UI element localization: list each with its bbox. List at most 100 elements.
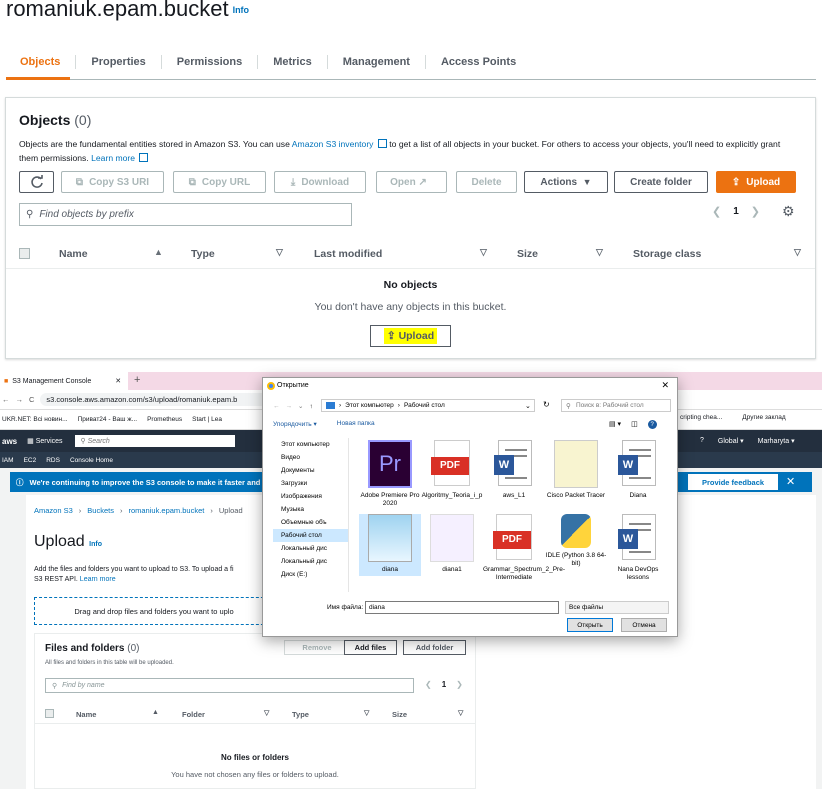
browser-tab[interactable]: ■ S3 Management Console ✕	[0, 372, 128, 390]
back-icon[interactable]: ←	[2, 395, 10, 404]
upload-button[interactable]: ⇪ Upload	[716, 171, 796, 193]
bookmark[interactable]: Приват24 - Ваш ж...	[78, 416, 138, 423]
sort-icon[interactable]: ▽	[364, 709, 369, 717]
copy-s3-uri-button[interactable]: ⧉ Copy S3 URI	[61, 171, 164, 193]
drop-zone[interactable]: Drag and drop files and folders you want…	[34, 597, 274, 625]
info-link[interactable]: Info	[89, 541, 102, 548]
sort-icon[interactable]: ▽	[794, 247, 801, 258]
add-files-button[interactable]: Add files	[344, 640, 397, 655]
col-folder[interactable]: Folder	[182, 710, 205, 719]
settings-gear-icon[interactable]: ⚙	[782, 203, 795, 220]
bookmark[interactable]: cripting chea...	[680, 414, 722, 421]
tab-properties[interactable]: Properties	[75, 54, 160, 69]
filename-input[interactable]: diana	[365, 601, 559, 614]
tree-item[interactable]: Музыка	[273, 503, 348, 516]
aws-search-input[interactable]: ⚲ Search	[74, 435, 235, 447]
sort-icon[interactable]: ▽	[596, 247, 603, 258]
tree-item[interactable]: Изображения	[273, 490, 348, 503]
breadcrumb-item[interactable]: romaniuk.epam.bucket	[128, 506, 204, 515]
shortcut-rds[interactable]: RDS	[46, 457, 60, 464]
actions-button[interactable]: Actions ▼	[524, 171, 608, 193]
chevron-down-icon[interactable]: ⌄	[298, 402, 303, 410]
file-item[interactable]: W Nana DevOps lessons	[607, 514, 669, 582]
delete-button[interactable]: Delete	[456, 171, 517, 193]
copy-url-button[interactable]: ⧉ Copy URL	[173, 171, 266, 193]
view-icon[interactable]: ▤ ▾	[609, 420, 621, 429]
col-name[interactable]: Name	[59, 248, 88, 260]
bookmark[interactable]: Prometheus	[147, 416, 182, 423]
tree-item[interactable]: Локальный дис	[273, 542, 348, 555]
refresh-icon[interactable]: ↻	[543, 400, 550, 409]
tab-management[interactable]: Management	[326, 54, 425, 69]
tab-metrics[interactable]: Metrics	[257, 54, 327, 69]
open-button[interactable]: Open ↗	[376, 171, 447, 193]
col-size[interactable]: Size	[392, 710, 407, 719]
sort-icon[interactable]: ▽	[458, 709, 463, 717]
file-item[interactable]: PDF Algoritmy_Teoria_i_p	[421, 440, 483, 500]
prev-page-icon[interactable]: ❮	[712, 205, 721, 218]
file-item[interactable]: Pr Adobe Premiere Pro 2020	[359, 440, 421, 508]
page-number[interactable]: 1	[733, 206, 739, 217]
prev-page-icon[interactable]: ❮	[425, 680, 432, 689]
file-item[interactable]: W Diana	[607, 440, 669, 500]
file-item[interactable]: diana1	[421, 514, 483, 574]
shortcut-ec2[interactable]: EC2	[24, 457, 37, 464]
sort-icon[interactable]: ▽	[276, 247, 283, 258]
reload-icon[interactable]: C	[29, 395, 34, 404]
dialog-search-input[interactable]: ⚲ Поиск в: Рабочий стол	[561, 399, 671, 412]
url-field[interactable]: s3.console.aws.amazon.com/s3/upload/roma…	[40, 393, 281, 406]
sort-asc-icon[interactable]: ▲	[154, 247, 163, 257]
select-all-checkbox[interactable]	[19, 248, 30, 259]
back-icon[interactable]: ←	[273, 403, 280, 410]
create-folder-button[interactable]: Create folder	[614, 171, 708, 193]
new-tab-icon[interactable]: +	[134, 374, 140, 386]
col-storage-class[interactable]: Storage class	[633, 248, 701, 260]
open-button[interactable]: Открыть	[567, 618, 613, 632]
col-size[interactable]: Size	[517, 248, 538, 260]
find-objects-input[interactable]: ⚲ Find objects by prefix	[19, 203, 352, 226]
empty-upload-button[interactable]: ⇪ Upload	[370, 325, 451, 347]
tree-item[interactable]: Диск (E:)	[273, 568, 348, 581]
help-icon[interactable]: ?	[647, 420, 657, 429]
new-folder-button[interactable]: Новая папка	[337, 420, 375, 428]
organize-menu[interactable]: Упорядочить ▾	[273, 420, 317, 428]
tree-item[interactable]: Объемные объ	[273, 516, 348, 529]
close-banner-icon[interactable]: ✕	[786, 475, 795, 488]
select-all-checkbox[interactable]	[45, 709, 54, 718]
close-tab-icon[interactable]: ✕	[115, 377, 121, 385]
region-menu[interactable]: Global ▾	[718, 437, 744, 445]
shortcut-console-home[interactable]: Console Home	[70, 457, 113, 464]
next-page-icon[interactable]: ❯	[751, 205, 760, 218]
tree-item[interactable]: Документы	[273, 464, 348, 477]
filetype-select[interactable]: Все файлы	[565, 601, 669, 614]
learn-more-link[interactable]: Learn more	[91, 153, 135, 163]
breadcrumb-item[interactable]: Buckets	[87, 506, 114, 515]
tree-item[interactable]: Локальный дис	[273, 555, 348, 568]
col-type[interactable]: Type	[292, 710, 309, 719]
sort-icon[interactable]: ▽	[264, 709, 269, 717]
help-icon[interactable]: ?	[700, 437, 704, 445]
cancel-button[interactable]: Отмена	[621, 618, 667, 632]
shortcut-iam[interactable]: IAM	[2, 457, 14, 464]
bookmark[interactable]: Другие заклад	[742, 414, 785, 421]
tab-objects[interactable]: Objects	[6, 55, 75, 69]
file-item[interactable]: IDLE (Python 3.8 64-bit)	[545, 514, 607, 568]
provide-feedback-button[interactable]: Provide feedback	[688, 474, 778, 490]
remove-button[interactable]: Remove	[284, 640, 350, 655]
sort-asc-icon[interactable]: ▲	[152, 709, 159, 716]
tree-item-selected[interactable]: Рабочий стол	[273, 529, 348, 542]
refresh-button[interactable]	[19, 171, 54, 193]
path-dropdown-icon[interactable]: ⌄	[525, 402, 531, 410]
tree-item[interactable]: Загрузки	[273, 477, 348, 490]
account-menu[interactable]: Marharyta ▾	[758, 437, 795, 445]
breadcrumb-item[interactable]: Amazon S3	[34, 506, 73, 515]
download-button[interactable]: ⤓ Download	[274, 171, 366, 193]
path-bar[interactable]: › Этот компьютер › Рабочий стол	[321, 399, 535, 412]
sort-icon[interactable]: ▽	[480, 247, 487, 258]
find-by-name-input[interactable]: ⚲ Find by name	[45, 678, 414, 693]
col-type[interactable]: Type	[191, 248, 215, 260]
file-item[interactable]: Cisco Packet Tracer	[545, 440, 607, 500]
bookmark[interactable]: Start | Lea	[192, 416, 222, 423]
forward-icon[interactable]: →	[286, 403, 293, 410]
services-menu[interactable]: ▦ Services	[27, 437, 62, 445]
